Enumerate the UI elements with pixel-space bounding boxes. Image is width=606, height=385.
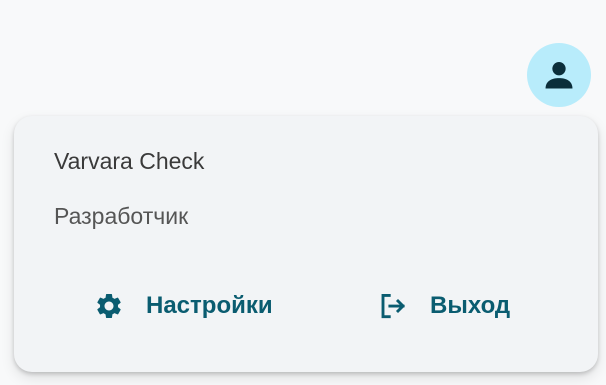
settings-label: Настройки xyxy=(146,292,273,319)
user-menu-actions: Настройки Выход xyxy=(14,280,598,332)
page: Varvara Check Разработчик Настройки Выхо… xyxy=(0,0,606,385)
user-menu-popup: Varvara Check Разработчик Настройки Выхо… xyxy=(14,116,598,372)
logout-button[interactable]: Выход xyxy=(378,280,510,332)
person-icon xyxy=(545,62,573,89)
logout-label: Выход xyxy=(430,292,511,319)
settings-button[interactable]: Настройки xyxy=(94,280,273,332)
gear-icon xyxy=(94,291,124,321)
user-name: Varvara Check xyxy=(54,148,205,174)
logout-icon xyxy=(378,291,408,321)
user-role: Разработчик xyxy=(54,203,189,229)
user-avatar-button[interactable] xyxy=(527,43,591,107)
